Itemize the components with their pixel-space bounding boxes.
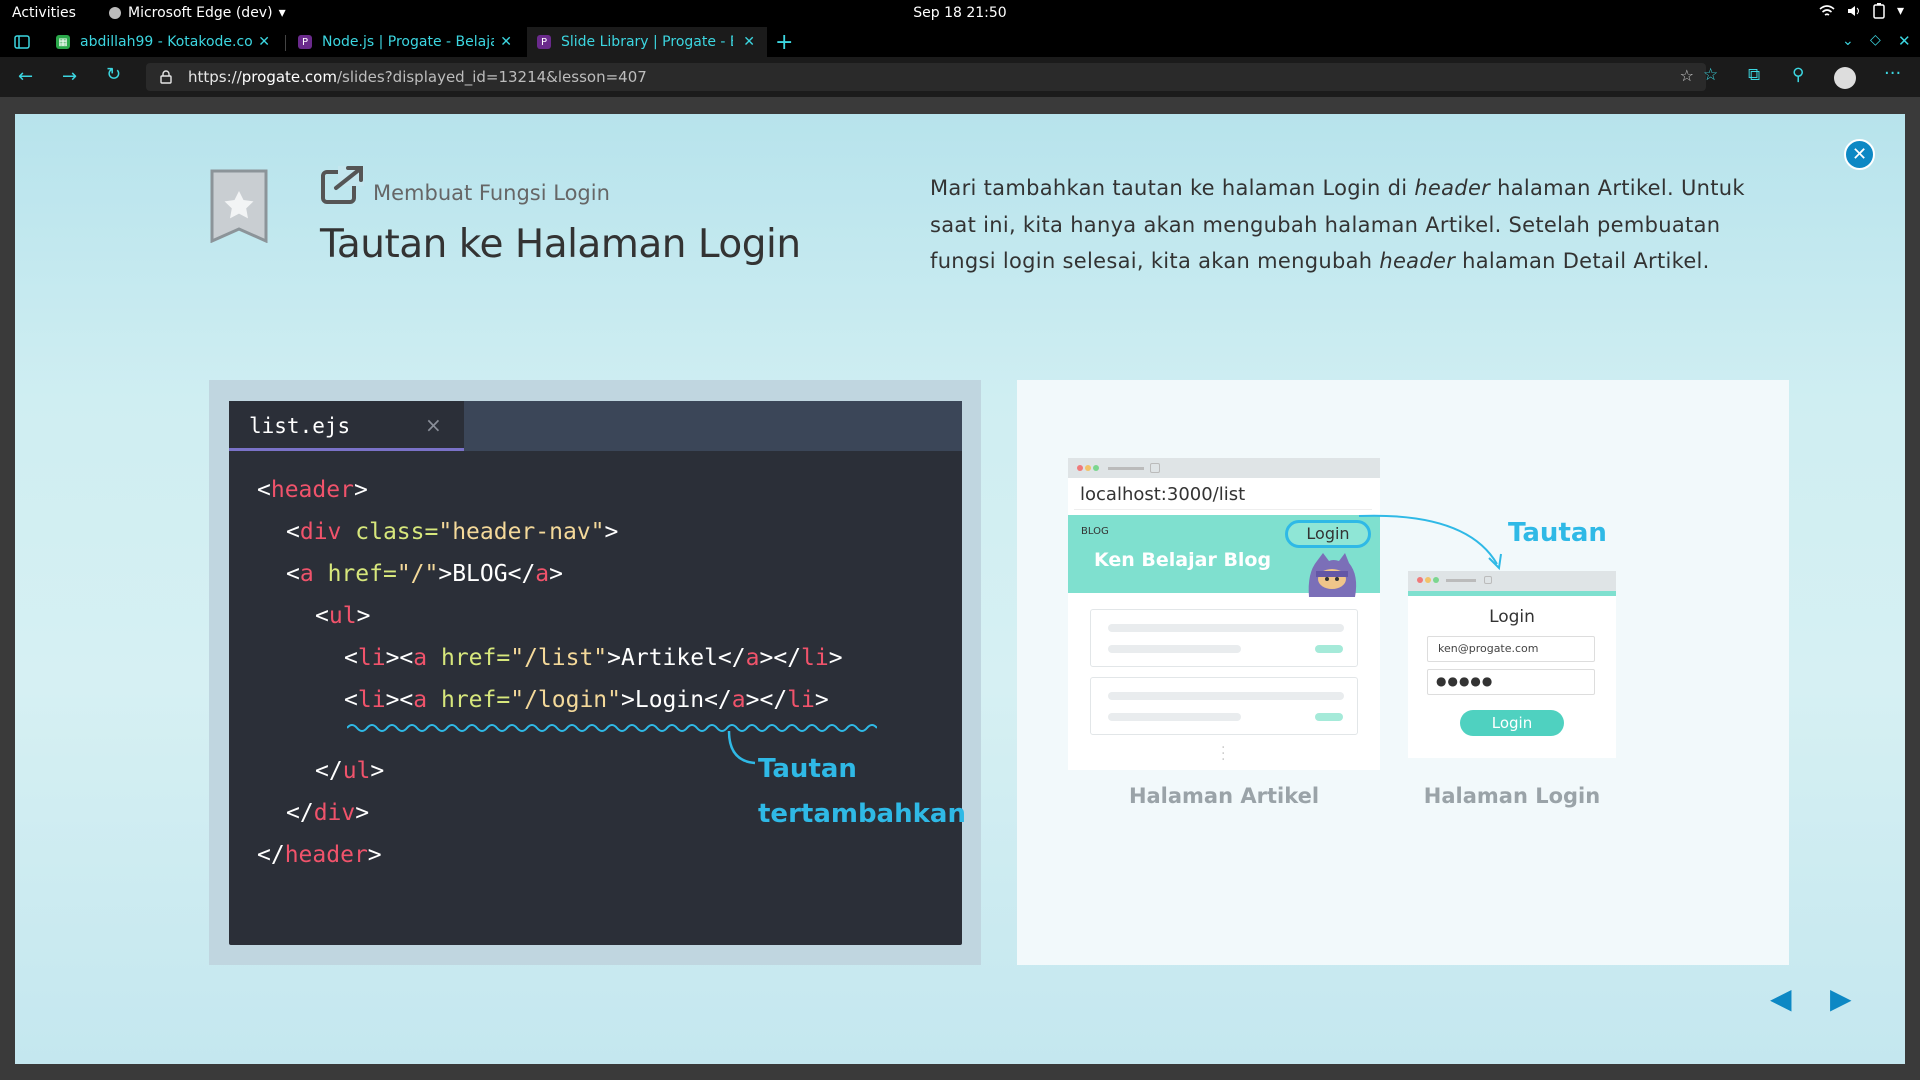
code-line: </ul> <box>315 758 385 784</box>
page-viewport: ✕ Membuat Fungsi Login Tautan ke Halaman… <box>0 97 1920 1080</box>
file-tab: list.ejs × <box>229 401 464 451</box>
code-line: </div> <box>286 800 370 826</box>
section-label: Membuat Fungsi Login <box>373 181 610 205</box>
back-icon[interactable]: ← <box>18 66 33 87</box>
mock-login-title: Login <box>1489 607 1535 627</box>
url-domain: progate.com <box>241 68 337 86</box>
file-name: list.ejs <box>249 414 351 438</box>
restore-icon[interactable]: ◇ <box>1870 32 1881 48</box>
mock-blog-tag: BLOG <box>1081 526 1109 537</box>
next-slide-icon[interactable]: ▶ <box>1830 982 1852 1015</box>
more-menu-icon[interactable]: ··· <box>1884 63 1901 84</box>
ninja-cat-mascot-icon <box>1308 553 1357 597</box>
slide-title: Tautan ke Halaman Login <box>320 222 801 267</box>
favorites-icon[interactable]: ☆ <box>1703 65 1718 85</box>
system-tray[interactable]: ▾ <box>1819 3 1904 19</box>
browser-tab[interactable]: ▦ abdillah99 - Kotakode.com ✕ <box>46 27 282 57</box>
tab-title: Slide Library | Progate - Bel <box>561 34 733 50</box>
kotakode-favicon-icon: ▦ <box>56 35 70 49</box>
article-page-mockup: localhost:3000/list BLOG Ken Belajar Blo… <box>1068 458 1380 770</box>
mock-url-bar: localhost:3000/list <box>1074 482 1372 510</box>
mock-login-button: Login <box>1460 710 1564 736</box>
close-tab-icon[interactable]: ✕ <box>743 34 755 50</box>
mock-blog-header: BLOG Ken Belajar Blog Login <box>1068 515 1380 597</box>
close-slide-button[interactable]: ✕ <box>1844 139 1875 170</box>
tab-search-icon[interactable]: ⌄ <box>1842 33 1854 49</box>
wavy-underline <box>347 724 877 732</box>
wifi-icon <box>1819 5 1835 16</box>
editor-tab-bar: list.ejs × <box>229 401 962 451</box>
system-top-bar: Activities Microsoft Edge (dev) ▾ Sep 18… <box>0 0 1920 27</box>
close-file-icon: × <box>425 413 442 437</box>
tab-title: Node.js | Progate - Belajar <box>322 34 494 50</box>
mock-article-card <box>1090 677 1358 735</box>
refresh-icon[interactable]: ↻ <box>106 64 121 85</box>
link-arrow-icon <box>1358 514 1502 571</box>
mock-password-field: ●●●●● <box>1427 669 1595 695</box>
code-line: <a href="/">BLOG</a> <box>286 561 564 587</box>
bookmark-star-icon[interactable] <box>210 169 268 243</box>
caption-login-page: Halaman Login <box>1423 784 1601 808</box>
slide-modal: ✕ Membuat Fungsi Login Tautan ke Halaman… <box>15 114 1905 1064</box>
code-editor: list.ejs × <header> <div class="header-n… <box>229 401 966 945</box>
caption-article-page: Halaman Artikel <box>1128 784 1320 808</box>
annotation-connector <box>727 730 756 765</box>
code-line-highlighted: <li><a href="/login">Login</a></li> <box>344 687 829 713</box>
battery-icon <box>1873 3 1885 19</box>
code-annotation: Tautan <box>758 754 857 784</box>
collections-icon[interactable]: ⧉ <box>1748 65 1760 85</box>
tab-title: abdillah99 - Kotakode.com <box>80 34 252 50</box>
browser-tab[interactable]: P Node.js | Progate - Belajar ✕ <box>288 27 524 57</box>
clock[interactable]: Sep 18 21:50 <box>0 5 1920 21</box>
close-window-icon[interactable]: ✕ <box>1898 32 1911 50</box>
browser-tab-bar: ▦ abdillah99 - Kotakode.com ✕ P Node.js … <box>0 27 1920 57</box>
tab-actions-icon[interactable] <box>14 35 30 49</box>
code-annotation: tertambahkan <box>758 799 966 829</box>
mock-email-field: ken@progate.com <box>1427 636 1595 662</box>
url-path: /slides?displayed_id=13214&lesson=407 <box>336 68 647 86</box>
browser-toolbar: ← → ↻ https://progate.com/slides?display… <box>0 57 1920 97</box>
code-line: <div class="header-nav"> <box>286 519 619 545</box>
mock-browser-bar <box>1068 458 1380 478</box>
progate-favicon-icon: P <box>298 35 312 49</box>
code-line: <ul> <box>315 603 371 629</box>
forward-icon[interactable]: → <box>62 66 77 87</box>
illustration-panel: localhost:3000/list BLOG Ken Belajar Blo… <box>1017 380 1789 965</box>
mock-blog-title: Ken Belajar Blog <box>1094 549 1272 571</box>
progate-favicon-icon: P <box>537 35 551 49</box>
code-panel: list.ejs × <header> <div class="header-n… <box>209 380 981 965</box>
power-menu-icon: ▾ <box>1896 3 1904 19</box>
slide-description: Mari tambahkan tautan ke halaman Login d… <box>930 176 1745 273</box>
arrow-label: Tautan <box>1508 518 1607 548</box>
code-line: <li><a href="/list">Artikel</a></li> <box>344 645 843 671</box>
volume-icon <box>1847 6 1859 16</box>
close-tab-icon[interactable]: ✕ <box>500 34 512 50</box>
previous-slide-icon[interactable]: ◀ <box>1770 982 1792 1015</box>
address-bar[interactable]: https://progate.com/slides?displayed_id=… <box>146 63 1706 91</box>
mock-article-card <box>1090 609 1358 667</box>
lock-icon[interactable] <box>160 70 172 84</box>
code-line: <header> <box>257 477 368 503</box>
browser-tab-active[interactable]: P Slide Library | Progate - Bel ✕ <box>527 27 767 57</box>
new-tab-button[interactable]: + <box>775 30 793 55</box>
extensions-icon[interactable]: ⚲ <box>1792 65 1804 85</box>
add-favorite-icon[interactable]: ☆ <box>1680 66 1694 85</box>
mock-browser-bar <box>1408 571 1616 591</box>
more-dots-icon: · · · <box>1221 740 1226 768</box>
external-link-icon <box>321 166 364 204</box>
profile-avatar[interactable] <box>1834 67 1856 89</box>
close-tab-icon[interactable]: ✕ <box>258 34 270 50</box>
login-page-mockup: Login ken@progate.com ●●●●● Login <box>1408 571 1616 758</box>
code-line: </header> <box>257 842 382 868</box>
url-scheme: https:// <box>188 68 242 86</box>
